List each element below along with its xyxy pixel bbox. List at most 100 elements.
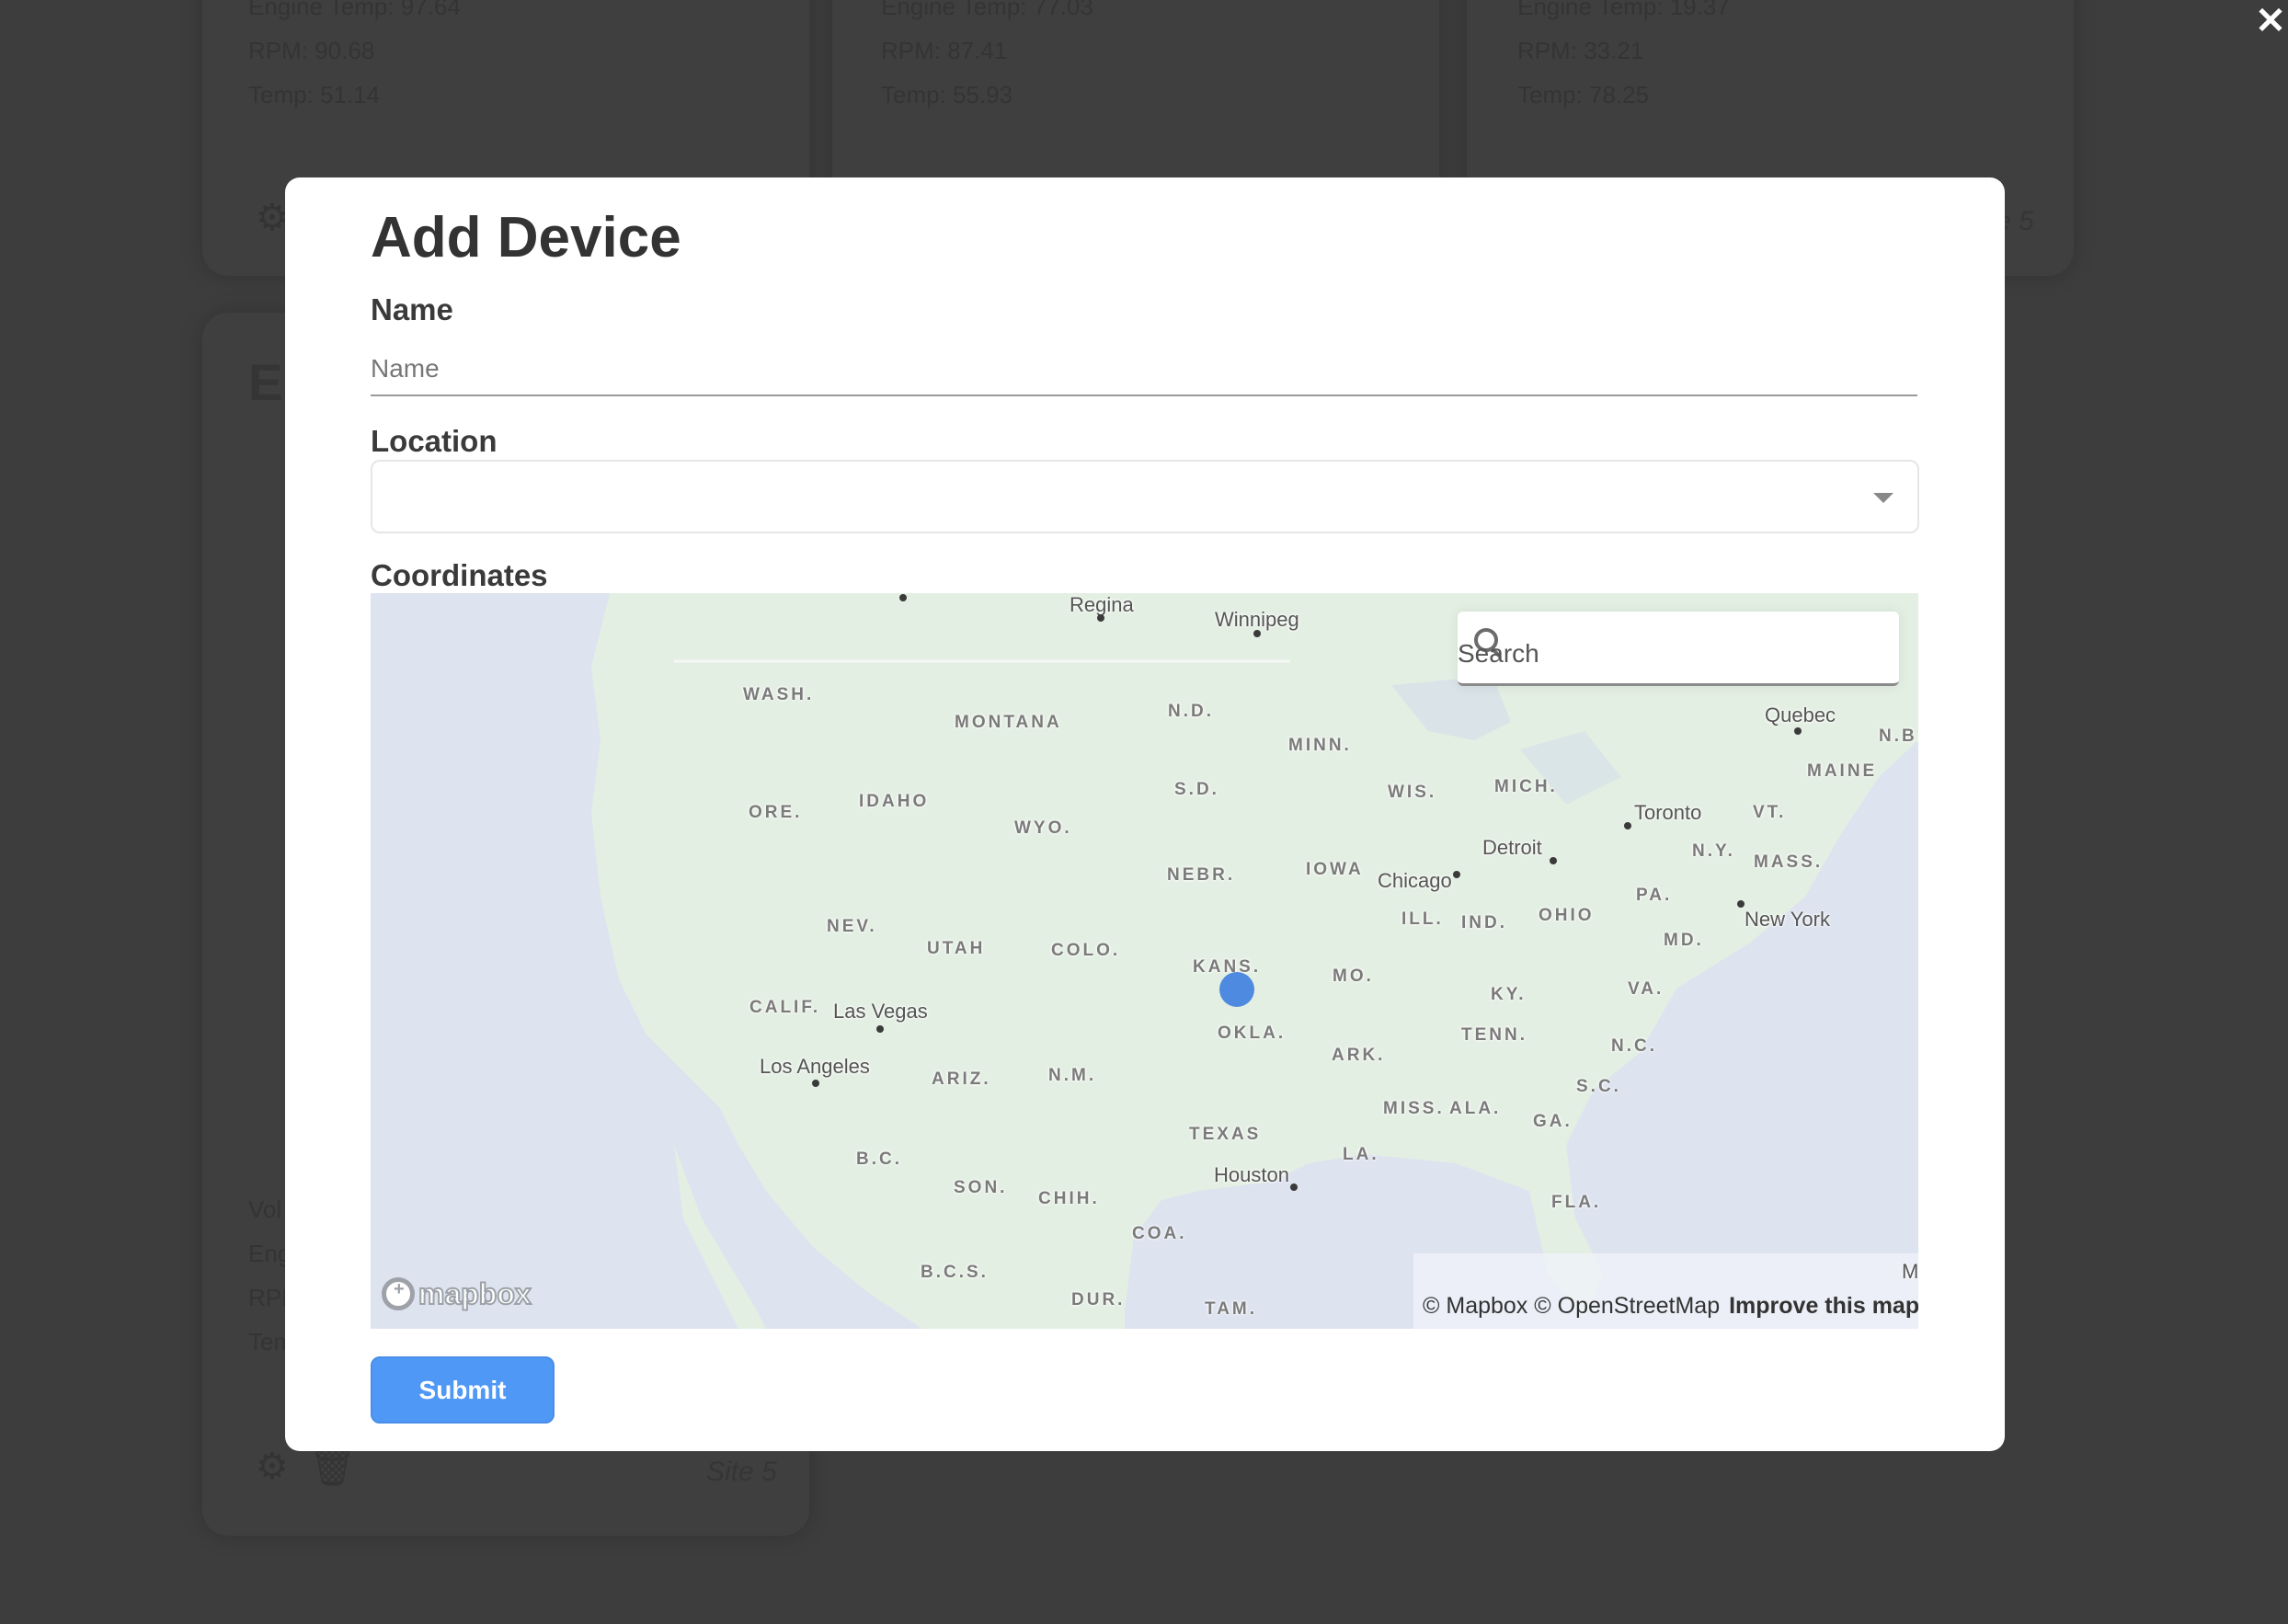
map-label-state: MINN. bbox=[1288, 736, 1352, 755]
coordinates-map[interactable]: WASH. MONTANA N.D. MINN. WIS. MICH. ORE.… bbox=[371, 593, 1918, 1329]
city-dot bbox=[812, 1080, 819, 1087]
mapbox-logo-text: mapbox bbox=[418, 1276, 532, 1311]
map-label-state: DUR. bbox=[1071, 1290, 1126, 1309]
attribution-text[interactable]: © Mapbox © OpenStreetMap bbox=[1423, 1293, 1720, 1319]
map-label-state: NEBR. bbox=[1167, 865, 1236, 885]
card-1-rpm: RPM: 90.68 bbox=[248, 37, 375, 64]
city-dot bbox=[1290, 1184, 1298, 1191]
map-label-state: N.M. bbox=[1048, 1066, 1097, 1085]
map-label-state: CHIH. bbox=[1038, 1189, 1100, 1208]
card-3-temp: Temp: 78.25 bbox=[1517, 81, 1650, 109]
lower-card-title: E bbox=[248, 353, 283, 411]
map-city-label: New York bbox=[1745, 908, 1830, 931]
map-label-state: PA. bbox=[1636, 886, 1673, 905]
map-city-label: Toronto bbox=[1634, 801, 1702, 824]
city-dot bbox=[899, 594, 907, 601]
map-label-state: OHIO bbox=[1539, 906, 1595, 925]
map-label-state: MISS. bbox=[1383, 1099, 1445, 1118]
map-label-state: S.C. bbox=[1576, 1077, 1621, 1096]
city-dot bbox=[1794, 727, 1802, 735]
lower-card-site-label: Site 5 bbox=[706, 1457, 777, 1487]
map-label-state: VA. bbox=[1628, 979, 1665, 999]
name-input[interactable] bbox=[371, 343, 1917, 396]
map-land bbox=[591, 593, 1918, 1329]
map-city-label: Los Angeles bbox=[760, 1055, 870, 1078]
improve-map-link[interactable]: Improve this map bbox=[1729, 1293, 1918, 1319]
map-city-label: Miami bbox=[1902, 1260, 1918, 1283]
card-2-temp: Temp: 55.93 bbox=[881, 81, 1013, 109]
map-label-state: TENN. bbox=[1461, 1025, 1527, 1045]
modal-title: Add Device bbox=[371, 206, 681, 269]
map-label-state: WASH. bbox=[743, 685, 815, 704]
map-label-state: KY. bbox=[1491, 985, 1527, 1004]
lower-card-row: Vol bbox=[248, 1195, 282, 1223]
submit-button[interactable]: Submit bbox=[371, 1356, 555, 1424]
map-label-state: ILL. bbox=[1401, 909, 1444, 929]
city-dot bbox=[1737, 900, 1745, 908]
map-city-label: Detroit bbox=[1482, 836, 1542, 859]
card-2-rpm: RPM: 87.41 bbox=[881, 37, 1008, 64]
location-select[interactable] bbox=[371, 460, 1919, 533]
map-search-input[interactable] bbox=[1458, 635, 1890, 672]
card-3-rpm: RPM: 33.21 bbox=[1517, 37, 1644, 64]
map-label-state: SON. bbox=[954, 1178, 1008, 1197]
chevron-down-icon bbox=[1873, 493, 1893, 503]
map-attribution: © Mapbox © OpenStreetMap Improve this map bbox=[1413, 1253, 1918, 1329]
map-label-state: UTAH bbox=[927, 939, 986, 958]
card-1-temp: Temp: 51.14 bbox=[248, 81, 381, 109]
city-dot bbox=[1453, 871, 1460, 878]
map-city-label: Winnipeg bbox=[1215, 608, 1299, 631]
card-3-engine-temp: Engine Temp: 19.37 bbox=[1517, 0, 1730, 20]
coordinates-label: Coordinates bbox=[371, 558, 548, 592]
map-label-state: ORE. bbox=[749, 803, 803, 822]
trash-icon: 🗑 bbox=[309, 1447, 356, 1488]
map-label-state: N.C. bbox=[1611, 1036, 1657, 1056]
map-city-label: Las Vegas bbox=[833, 1000, 928, 1023]
map-label-state: MASS. bbox=[1754, 852, 1824, 872]
map-label-state: TEXAS bbox=[1189, 1125, 1262, 1144]
map-label-state: MONTANA bbox=[955, 713, 1062, 732]
city-dot bbox=[1097, 614, 1104, 622]
card-1-engine-temp: Engine Temp: 97.64 bbox=[248, 0, 461, 20]
map-label-state: N.B. bbox=[1879, 726, 1918, 746]
city-dot bbox=[1624, 822, 1631, 829]
map-label-state: IOWA bbox=[1306, 860, 1364, 879]
map-label-state: MO. bbox=[1333, 966, 1374, 986]
map-search-box[interactable] bbox=[1458, 612, 1899, 686]
map-label-state: IND. bbox=[1461, 913, 1507, 932]
map-label-state: ARK. bbox=[1332, 1046, 1386, 1065]
map-label-state: OKLA. bbox=[1218, 1024, 1287, 1043]
map-label-state: N.D. bbox=[1168, 702, 1214, 721]
map-label-state: N.Y. bbox=[1692, 841, 1735, 861]
location-label: Location bbox=[371, 424, 498, 458]
city-dot bbox=[1253, 630, 1261, 637]
gear-icon: ⚙ bbox=[256, 198, 289, 238]
mapbox-logo-icon bbox=[382, 1277, 415, 1310]
map-label-state: COA. bbox=[1132, 1224, 1187, 1243]
map-label-state: WIS. bbox=[1388, 783, 1437, 802]
city-dot bbox=[1550, 857, 1557, 864]
map-label-state: TAM. bbox=[1205, 1299, 1258, 1319]
city-dot bbox=[876, 1025, 884, 1033]
map-label-state: S.D. bbox=[1174, 780, 1219, 799]
location-marker[interactable] bbox=[1219, 972, 1254, 1007]
map-label-state: FLA. bbox=[1551, 1193, 1602, 1212]
map-label-state: COLO. bbox=[1051, 941, 1121, 960]
map-label-state: ALA. bbox=[1449, 1099, 1502, 1118]
map-label-state: IDAHO bbox=[859, 792, 930, 811]
map-label-state: VT. bbox=[1753, 803, 1787, 822]
close-icon[interactable]: ✕ bbox=[2255, 3, 2286, 40]
gear-icon: ⚙ bbox=[256, 1447, 289, 1487]
map-label-state: B.C. bbox=[856, 1149, 902, 1169]
map-label-state: LA. bbox=[1343, 1145, 1379, 1164]
map-city-label: Chicago bbox=[1378, 869, 1452, 892]
map-label-state: MAINE bbox=[1807, 761, 1878, 781]
map-label-state: B.C.S. bbox=[921, 1263, 989, 1282]
map-label-state: ARIZ. bbox=[932, 1069, 991, 1089]
mapbox-logo[interactable]: mapbox bbox=[382, 1274, 532, 1314]
lower-card-row: RPI bbox=[248, 1284, 289, 1311]
name-label: Name bbox=[371, 292, 453, 326]
map-label-state: NEV. bbox=[827, 917, 877, 936]
map-city-label: Houston bbox=[1214, 1163, 1289, 1186]
map-label-state: WYO. bbox=[1014, 818, 1072, 838]
